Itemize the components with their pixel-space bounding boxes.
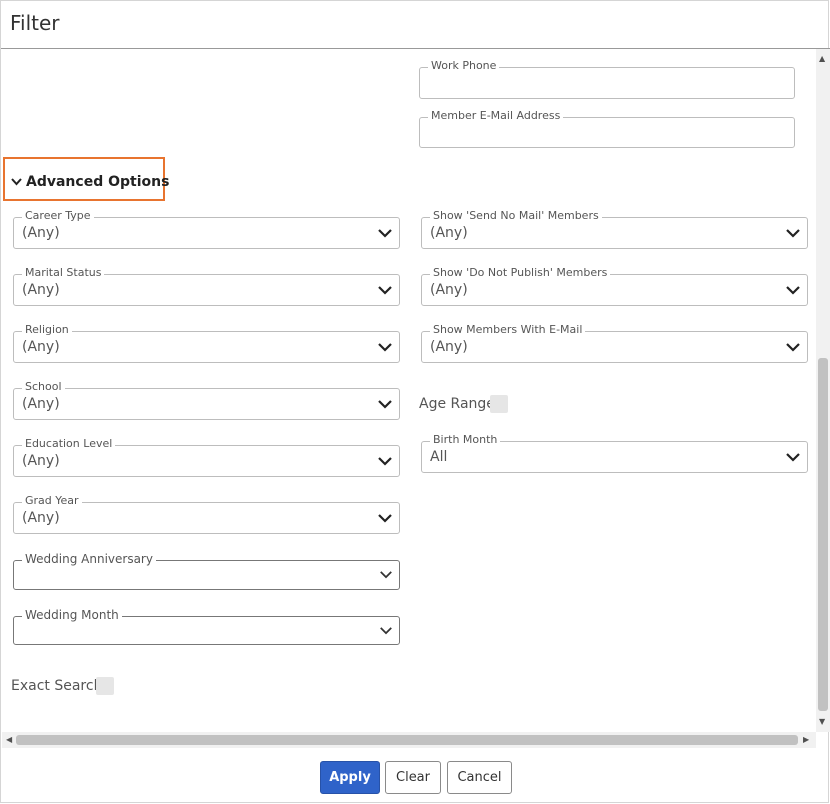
chevron-down-icon: [380, 571, 392, 579]
scroll-left-arrow-icon[interactable]: ◀: [6, 736, 12, 744]
do-not-publish-select[interactable]: Show 'Do Not Publish' Members (Any): [421, 266, 808, 306]
work-phone-field[interactable]: Work Phone: [419, 59, 795, 99]
members-with-email-select[interactable]: Show Members With E-Mail (Any): [421, 323, 808, 363]
chevron-down-icon: [786, 286, 800, 295]
scroll-up-arrow-icon[interactable]: ▲: [819, 55, 825, 63]
chevron-down-icon: [378, 400, 392, 409]
school-label: School: [22, 380, 65, 394]
birth-month-label: Birth Month: [430, 433, 501, 447]
religion-value: (Any): [22, 339, 60, 355]
wedding-month-label: Wedding Month: [22, 608, 122, 622]
chevron-down-icon: [378, 343, 392, 352]
send-no-mail-label: Show 'Send No Mail' Members: [430, 209, 602, 223]
wedding-month-select[interactable]: Wedding Month: [13, 608, 400, 645]
religion-label: Religion: [22, 323, 72, 337]
work-phone-label: Work Phone: [428, 59, 500, 73]
exact-search-checkbox[interactable]: [96, 677, 114, 695]
age-range-label: Age Range: [419, 396, 495, 412]
career-type-label: Career Type: [22, 209, 94, 223]
title-divider: [1, 48, 830, 49]
chevron-down-icon: [786, 343, 800, 352]
career-type-select[interactable]: Career Type (Any): [13, 209, 400, 249]
filter-dialog: Filter Work Phone Member E-Mail Address …: [0, 0, 830, 803]
birth-month-select[interactable]: Birth Month All: [421, 433, 808, 473]
career-type-value: (Any): [22, 225, 60, 241]
religion-select[interactable]: Religion (Any): [13, 323, 400, 363]
apply-button[interactable]: Apply: [320, 761, 380, 794]
dialog-title: Filter: [10, 11, 60, 35]
education-level-select[interactable]: Education Level (Any): [13, 437, 400, 477]
wedding-anniversary-select[interactable]: Wedding Anniversary: [13, 552, 400, 590]
horizontal-scroll-thumb[interactable]: [16, 735, 798, 745]
send-no-mail-select[interactable]: Show 'Send No Mail' Members (Any): [421, 209, 808, 249]
chevron-down-icon: [378, 457, 392, 466]
school-value: (Any): [22, 396, 60, 412]
wedding-anniversary-label: Wedding Anniversary: [22, 552, 156, 566]
cancel-button[interactable]: Cancel: [447, 761, 512, 794]
clear-button[interactable]: Clear: [385, 761, 441, 794]
age-range-checkbox[interactable]: [490, 395, 508, 413]
vertical-scrollbar[interactable]: ▲ ▼: [816, 49, 830, 732]
grad-year-select[interactable]: Grad Year (Any): [13, 494, 400, 534]
chevron-down-icon: [786, 229, 800, 238]
send-no-mail-value: (Any): [430, 225, 468, 241]
marital-status-select[interactable]: Marital Status (Any): [13, 266, 400, 306]
advanced-options-label: Advanced Options: [26, 174, 170, 190]
members-with-email-label: Show Members With E-Mail: [430, 323, 586, 337]
members-with-email-value: (Any): [430, 339, 468, 355]
grad-year-label: Grad Year: [22, 494, 82, 508]
chevron-down-icon: [786, 453, 800, 462]
marital-status-label: Marital Status: [22, 266, 105, 280]
education-level-value: (Any): [22, 453, 60, 469]
exact-search-label: Exact Search: [11, 678, 103, 694]
scroll-right-arrow-icon[interactable]: ▶: [803, 736, 809, 744]
do-not-publish-value: (Any): [430, 282, 468, 298]
scroll-down-arrow-icon[interactable]: ▼: [819, 718, 825, 726]
education-level-label: Education Level: [22, 437, 116, 451]
chevron-down-icon: [380, 627, 392, 635]
birth-month-value: All: [430, 449, 448, 465]
grad-year-value: (Any): [22, 510, 60, 526]
marital-status-value: (Any): [22, 282, 60, 298]
chevron-down-icon: [378, 514, 392, 523]
member-email-label: Member E-Mail Address: [428, 109, 564, 123]
advanced-options-toggle[interactable]: Advanced Options: [11, 174, 169, 190]
do-not-publish-label: Show 'Do Not Publish' Members: [430, 266, 611, 280]
vertical-scroll-thumb[interactable]: [818, 358, 828, 711]
chevron-down-icon: [11, 178, 22, 186]
horizontal-scrollbar[interactable]: ◀ ▶: [2, 732, 816, 748]
chevron-down-icon: [378, 286, 392, 295]
member-email-field[interactable]: Member E-Mail Address: [419, 109, 795, 148]
chevron-down-icon: [378, 229, 392, 238]
school-select[interactable]: School (Any): [13, 380, 400, 420]
